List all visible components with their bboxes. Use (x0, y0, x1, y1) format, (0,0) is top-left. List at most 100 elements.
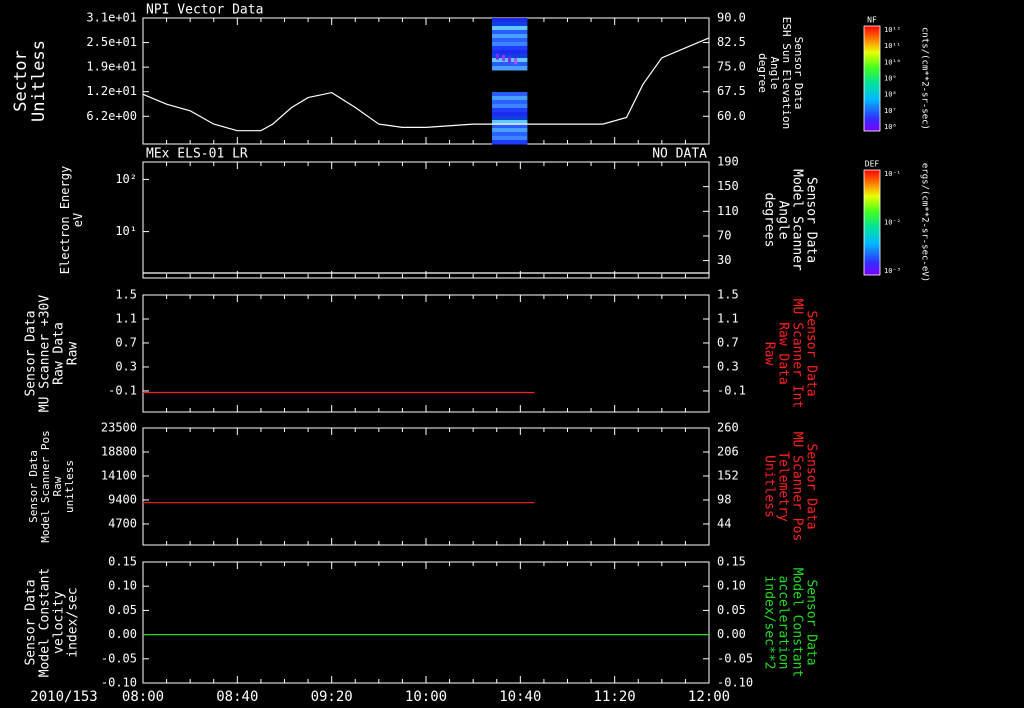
colorbar-tick-label: 10⁻² (884, 219, 901, 227)
spectrogram-cell (492, 100, 528, 105)
right-axis-label-line: degrees (762, 193, 777, 248)
x-tick-label: 08:00 (122, 689, 164, 705)
y-tick-label-right: 0.00 (717, 627, 746, 641)
y-tick-label-right: 98 (717, 492, 731, 506)
left-axis-label-line: Sector (11, 50, 31, 111)
y-tick-label-left: 0.7 (115, 335, 137, 349)
spectrogram-cell (492, 136, 528, 141)
x-tick-label: 09:20 (311, 689, 353, 705)
y-tick-label-right: 0.10 (717, 579, 746, 593)
colorbar-tick-label: 10⁶ (884, 123, 897, 131)
y-tick-label-left: 9400 (108, 492, 137, 506)
y-tick-label-left: -0.05 (101, 651, 137, 665)
right-axis-label-line: Sensor Data (804, 443, 819, 529)
right-axis-label-line: Model Constant (790, 568, 805, 678)
right-axis-label-line: Sensor Data (804, 579, 819, 665)
y-tick-label-left: 10¹ (115, 224, 137, 238)
left-axis-label: Sensor Data Model Scanner Pos Raw unitless (27, 430, 76, 543)
right-axis-label: Sensor DataMU Scanner PosTelemetryUnitle… (762, 432, 819, 542)
colorbar-units: ergs/(cm**2-sr-sec-eV) (920, 163, 930, 282)
colorbar-title: NF (867, 16, 877, 25)
y-tick-label-right: 82.5 (717, 35, 746, 49)
left-axis-label: Electron Energy eV (58, 166, 85, 274)
y-tick-label-right: 206 (717, 444, 739, 458)
panel-title: MEx ELS-01 LR (146, 147, 248, 162)
right-axis-label-line: Raw Data (776, 322, 791, 385)
right-axis-label: Sensor DataModel ScannerAngledegrees (762, 169, 819, 271)
y-tick-label-left: 0.00 (108, 627, 137, 641)
spectrogram-cell (492, 128, 528, 133)
y-tick-label-left: 14100 (101, 468, 137, 482)
right-axis-label-line: Model Scanner (790, 169, 805, 271)
y-tick-label-right: 110 (717, 204, 739, 218)
y-tick-label-right: 190 (717, 155, 739, 169)
spectrogram-cell (492, 92, 528, 97)
y-tick-label-right: 90.0 (717, 11, 746, 25)
spectrogram-cell (492, 22, 528, 27)
y-tick-label-left: 3.1e+01 (86, 11, 137, 25)
colorbar-tick-label: 10⁻¹ (884, 170, 901, 178)
spectrogram-cell (492, 42, 528, 47)
colorbar-tick-label: 10⁸ (884, 91, 897, 99)
y-tick-label-left: 0.3 (115, 359, 137, 373)
right-axis-label-line: degree (756, 53, 769, 93)
left-axis-label: Sensor Data Model Constant velocity index/s… (24, 568, 81, 678)
y-tick-label-left: 10² (115, 172, 137, 186)
panel-title: NPI Vector Data (146, 3, 263, 18)
spectrogram-cell (492, 34, 528, 39)
right-axis-label-line: Raw (762, 342, 777, 366)
left-axis-label-line: index/sec (66, 587, 81, 657)
left-axis-label-line: Sensor Data (24, 579, 39, 665)
y-tick-label-right: 152 (717, 468, 739, 482)
right-axis-label-line: MU Scanner Int (790, 299, 805, 409)
y-tick-label-left: 0.10 (108, 579, 137, 593)
right-axis-label: Sensor DataMU Scanner IntRaw DataRaw (762, 299, 819, 409)
y-tick-label-left: 1.2e+01 (86, 84, 137, 98)
x-tick-label: 10:00 (405, 689, 447, 705)
x-tick-label: 10:40 (499, 689, 541, 705)
y-tick-label-left: 23500 (101, 421, 137, 435)
spectrogram-cell (492, 140, 528, 145)
y-tick-label-right: 1.5 (717, 288, 739, 302)
colorbar-tick-label: 10¹² (884, 26, 901, 34)
spectrogram-cell (492, 108, 528, 113)
spectrogram-cell (492, 66, 528, 71)
y-tick-label-right: -0.1 (717, 383, 746, 397)
right-axis-label-line: Sensor Data (804, 177, 819, 263)
right-axis-label-line: index/sec**2 (762, 576, 777, 670)
right-axis-label: Sensor DataModel Constantaccelerationind… (762, 568, 819, 678)
left-axis-label-line: velocity (52, 591, 67, 654)
left-axis-label-line: Electron Energy (58, 166, 72, 274)
y-tick-label-right: 70 (717, 228, 731, 242)
y-tick-label-left: 18800 (101, 444, 137, 458)
left-axis-label-line: MU Scanner +30V (38, 295, 53, 413)
y-tick-label-left: 1.1 (115, 311, 137, 325)
left-axis-label-line: Raw Data (52, 322, 67, 385)
left-axis-label-line: Raw (66, 342, 81, 366)
x-tick-label: 12:00 (688, 689, 730, 705)
y-tick-label-right: 0.15 (717, 555, 746, 569)
right-axis-label-line: Unitless (762, 455, 777, 518)
series-line (142, 37, 710, 132)
spectrogram-cell (492, 18, 528, 23)
left-axis-label-line: eV (71, 213, 85, 227)
colorbar-tick-label: 10¹¹ (884, 42, 901, 50)
colorbar-tick-label: 10¹⁰ (884, 58, 901, 66)
left-axis-label-line: Model Constant (38, 568, 53, 678)
right-axis-label-line: acceleration (776, 576, 791, 670)
date-label: 2010/153 (30, 689, 97, 705)
x-tick-label: 11:20 (594, 689, 636, 705)
y-tick-label-right: 0.3 (717, 359, 739, 373)
colorbar-units: cnts/(cm**2-sr-sec) (920, 27, 930, 130)
colorbar-tick-label: 10⁻³ (884, 267, 901, 275)
panel-frame (142, 427, 710, 546)
spectrogram-cell (492, 112, 528, 117)
y-tick-label-left: 6.2e+00 (86, 109, 137, 123)
y-tick-label-right: 150 (717, 179, 739, 193)
spectrogram-cell (502, 55, 506, 62)
y-tick-label-left: 0.15 (108, 555, 137, 569)
y-tick-label-right: 0.7 (717, 335, 739, 349)
panel-frame (142, 294, 710, 413)
spectrogram-cell (492, 26, 528, 31)
spectrogram-cell (492, 96, 528, 101)
